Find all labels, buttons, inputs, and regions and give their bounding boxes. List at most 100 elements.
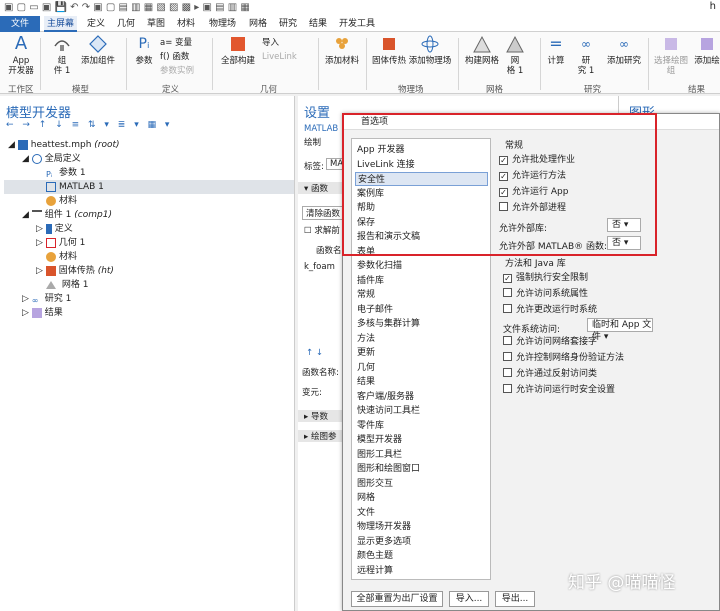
tab-study[interactable]: 研究 bbox=[276, 16, 300, 32]
category-item[interactable]: 图形和绘图窗口 bbox=[355, 462, 488, 476]
tree-node-params[interactable]: Pᵢ 参数 1 bbox=[46, 166, 86, 180]
category-item[interactable]: 几何 bbox=[355, 361, 488, 375]
category-item[interactable]: 颜色主题 bbox=[355, 549, 488, 563]
allow-runtime-security-checkbox[interactable]: 允许访问运行时安全设置 bbox=[503, 384, 615, 396]
category-item[interactable]: 帮助 bbox=[355, 201, 488, 215]
preferences-category-list[interactable]: App 开发器 LiveLink 连接 安全性 案例库 帮助 保存 报告和演示文稿 表单 参数化… bbox=[351, 138, 491, 580]
category-item[interactable]: 常规 bbox=[355, 288, 488, 302]
tree-node-results[interactable]: ▷ 结果 bbox=[22, 306, 63, 320]
category-item[interactable]: 案例库 bbox=[355, 187, 488, 201]
tree-node-materials[interactable]: 材料 bbox=[46, 250, 77, 264]
category-item[interactable]: 图形交互 bbox=[355, 477, 488, 491]
ext-lib-select[interactable]: 否 ▾ bbox=[607, 218, 641, 232]
tab-file[interactable]: 文件 bbox=[0, 16, 40, 32]
functions-section[interactable]: ▾ 函数 bbox=[298, 182, 342, 194]
tab-home[interactable]: 主屏幕 bbox=[44, 16, 78, 32]
export-button[interactable]: 导出... bbox=[495, 591, 535, 607]
component-button[interactable]: 组 件 1 bbox=[48, 34, 76, 76]
category-item[interactable]: 显示更多选项 bbox=[355, 535, 488, 549]
category-item[interactable]: 表单 bbox=[355, 245, 488, 259]
category-item[interactable]: 方法 bbox=[355, 332, 488, 346]
category-item[interactable]: 零件库 bbox=[355, 419, 488, 433]
functions-button[interactable]: f() 函数 bbox=[160, 50, 189, 62]
category-item[interactable]: 插件库 bbox=[355, 274, 488, 288]
param-case-button[interactable]: 参数实例 bbox=[160, 64, 194, 76]
reset-all-button[interactable]: 全部重置为出厂设置 bbox=[351, 591, 443, 607]
category-item[interactable]: 远程计算 bbox=[355, 564, 488, 578]
enforce-security-checkbox[interactable]: ✓ 强制执行安全限制 bbox=[503, 272, 588, 284]
mesh1-button[interactable]: 网 格 1 bbox=[504, 34, 526, 76]
tree-node-global-defs[interactable]: ◢ 全局定义 bbox=[22, 152, 81, 166]
clear-functions-button[interactable]: 清除函数 bbox=[302, 206, 345, 220]
tree-node-study[interactable]: ▷ ∞ 研究 1 bbox=[22, 292, 71, 306]
build-mesh-button[interactable]: 构建网格 bbox=[462, 34, 502, 66]
compute-button[interactable]: = 计算 bbox=[544, 34, 568, 66]
tab-geometry[interactable]: 几何 bbox=[114, 16, 138, 32]
import-button[interactable]: 导入 bbox=[262, 36, 279, 48]
allow-auth-checkbox[interactable]: 允许控制网络身份验证方法 bbox=[503, 352, 624, 364]
category-item[interactable]: 网格 bbox=[355, 491, 488, 505]
allow-runtime-change-checkbox[interactable]: 允许更改运行时系统 bbox=[503, 304, 597, 316]
allow-app-checkbox[interactable]: ✓ 允许运行 App bbox=[499, 186, 568, 198]
category-item[interactable]: 物理场开发器 bbox=[355, 520, 488, 534]
category-item[interactable]: 电子邮件 bbox=[355, 303, 488, 317]
plot-params-section[interactable]: ▸ 绘图参 bbox=[298, 430, 342, 442]
allow-batch-checkbox[interactable]: ✓ 允许批处理作业 bbox=[499, 154, 575, 166]
parameters-button[interactable]: Pᵢ 参数 bbox=[132, 34, 156, 66]
allow-system-props-checkbox[interactable]: 允许访问系统属性 bbox=[503, 288, 588, 300]
tab-materials[interactable]: 材料 bbox=[174, 16, 198, 32]
solve-before-checkbox[interactable]: ☐ 求解前 bbox=[304, 224, 340, 236]
tree-node-component[interactable]: ◢ 组件 1 (comp1) bbox=[22, 208, 112, 222]
allow-reflection-checkbox[interactable]: 允许通过反射访问类 bbox=[503, 368, 597, 380]
category-item[interactable]: App 开发器 bbox=[355, 143, 488, 157]
category-item[interactable]: 报告和演示文稿 bbox=[355, 230, 488, 244]
tree-node-root[interactable]: ◢ heattest.mph (root) bbox=[8, 138, 120, 152]
heat-transfer-button[interactable]: 固体传热 bbox=[370, 34, 408, 66]
tree-node-geometry[interactable]: ▷ 几何 1 bbox=[36, 236, 85, 250]
tree-node-matlab[interactable]: MATLAB 1 bbox=[4, 180, 294, 194]
allow-sockets-checkbox[interactable]: 允许访问网络套接字 bbox=[503, 336, 597, 348]
tab-sketch[interactable]: 草图 bbox=[144, 16, 168, 32]
build-all-button[interactable]: 全部构建 bbox=[218, 34, 258, 66]
livelink-button[interactable]: LiveLink bbox=[262, 52, 297, 62]
add-physics-button[interactable]: 添加物理场 bbox=[408, 34, 452, 66]
tree-toolbar[interactable]: ← → ↑ ↓ ≡ ⇅ ▾ ≣ ▾ ▦ ▾ bbox=[6, 120, 172, 130]
tab-developer[interactable]: 开发工具 bbox=[336, 16, 378, 32]
fs-access-select[interactable]: 临时和 App 文件 ▾ bbox=[587, 318, 653, 342]
category-item[interactable]: 结果 bbox=[355, 375, 488, 389]
category-item[interactable]: 安全性 bbox=[355, 172, 488, 186]
tab-definitions[interactable]: 定义 bbox=[84, 16, 108, 32]
add-component-button[interactable]: 添加组件 bbox=[78, 34, 118, 66]
category-item[interactable]: 文件 bbox=[355, 506, 488, 520]
category-item[interactable]: 模型开发器 bbox=[355, 433, 488, 447]
add-study-button[interactable]: ∞ 添加研究 bbox=[604, 34, 644, 66]
tree-node-heat-transfer[interactable]: ▷ 固体传热 (ht) bbox=[36, 264, 114, 278]
import-button[interactable]: 导入... bbox=[449, 591, 489, 607]
draw-button[interactable]: 绘制 bbox=[304, 136, 321, 148]
move-buttons[interactable]: ↑ ↓ bbox=[306, 348, 323, 358]
quick-access-toolbar[interactable]: ▣ ▢ ▭ ▣ 💾 ↶ ↷ ▣ ▢ ▤ ▥ ▦ ▧ ▨ ▩ ▸ ▣ ▤ ▥ ▦ bbox=[4, 2, 250, 13]
category-item[interactable]: LiveLink 连接 bbox=[355, 158, 488, 172]
ext-matlab-select[interactable]: 否 ▾ bbox=[607, 236, 641, 250]
app-developer-button[interactable]: A App 开发器 bbox=[6, 34, 36, 77]
tab-results[interactable]: 结果 bbox=[306, 16, 330, 32]
tree-node-materials-global[interactable]: 材料 bbox=[46, 194, 77, 208]
tab-physics[interactable]: 物理场 bbox=[206, 16, 239, 32]
allow-methods-checkbox[interactable]: ✓ 允许运行方法 bbox=[499, 170, 566, 182]
add-material-button[interactable]: 添加材料 bbox=[322, 34, 362, 66]
study1-button[interactable]: ∞ 研 究 1 bbox=[574, 34, 598, 76]
select-plot-button[interactable]: 选择绘图组 bbox=[650, 34, 692, 76]
derivative-section[interactable]: ▸ 导数 bbox=[298, 410, 342, 422]
variables-button[interactable]: a= 变量 bbox=[160, 36, 192, 48]
allow-external-process-checkbox[interactable]: 允许外部进程 bbox=[499, 202, 566, 214]
category-item[interactable]: 多核与集群计算 bbox=[355, 317, 488, 331]
add-plot-button[interactable]: 添加绘 bbox=[694, 34, 720, 66]
tree-node-mesh[interactable]: 网格 1 bbox=[46, 278, 88, 292]
category-item[interactable]: 参数化扫描 bbox=[355, 259, 488, 273]
tab-mesh[interactable]: 网格 bbox=[246, 16, 270, 32]
category-item[interactable]: 图形工具栏 bbox=[355, 448, 488, 462]
category-item[interactable]: 保存 bbox=[355, 216, 488, 230]
category-item[interactable]: 更新 bbox=[355, 346, 488, 360]
tree-node-definitions[interactable]: ▷ 定义 bbox=[36, 222, 73, 236]
category-item[interactable]: 客户端/服务器 bbox=[355, 390, 488, 404]
